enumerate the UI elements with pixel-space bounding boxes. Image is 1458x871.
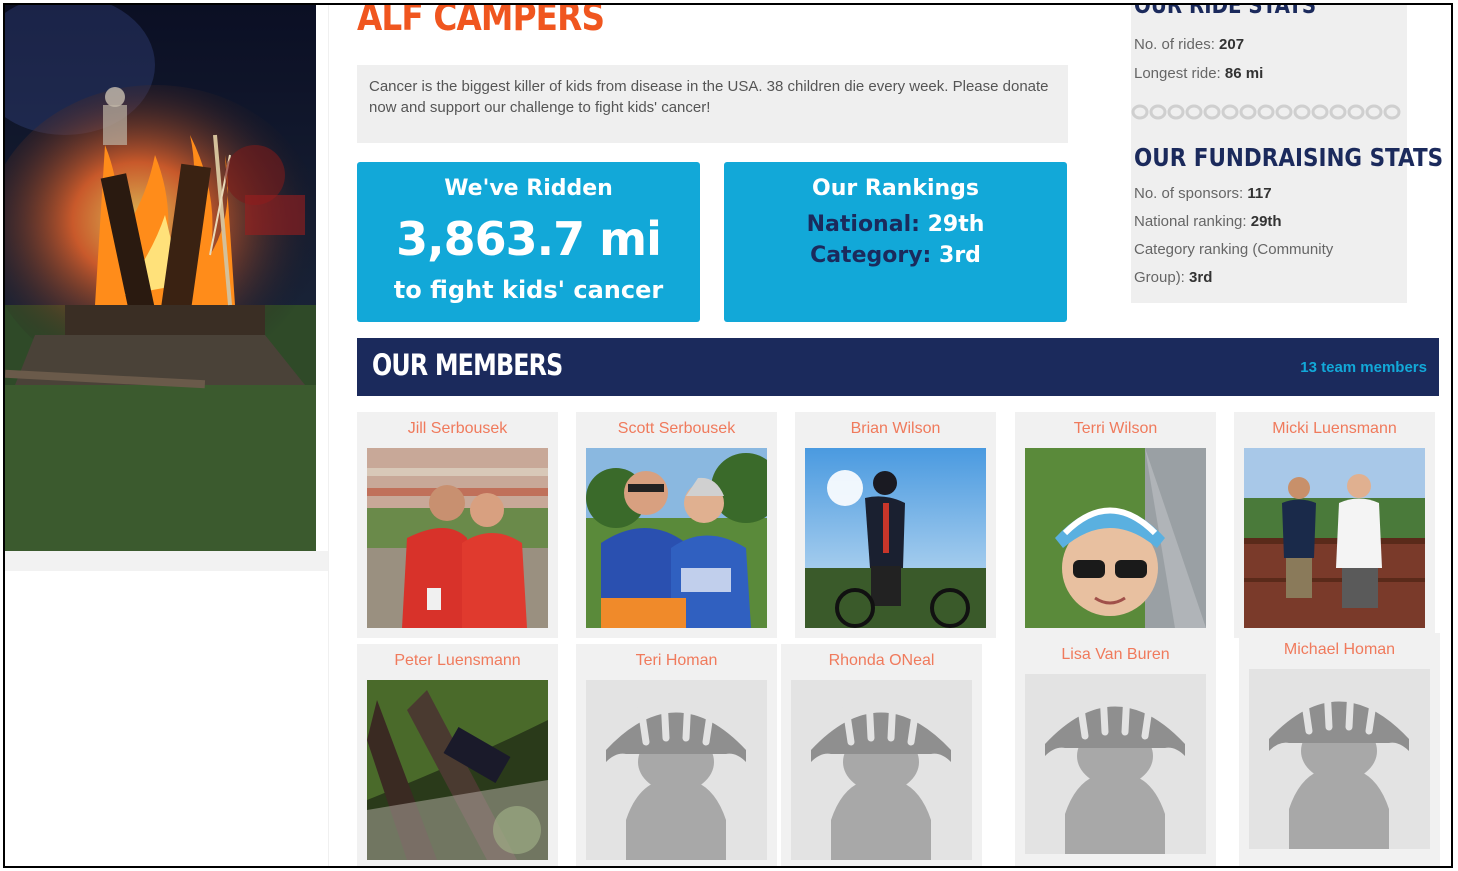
member-name[interactable]: Micki Luensmann [1234, 420, 1435, 438]
member-card[interactable]: Brian Wilson [795, 412, 996, 638]
fundraising-stats-heading: OUR FUNDRAISING STATS [1134, 143, 1444, 172]
longest-ride-line: Longest ride: 86 mi [1134, 65, 1263, 82]
member-card[interactable]: Teri Homan [576, 644, 777, 866]
member-name[interactable]: Terri Wilson [1015, 420, 1216, 438]
helmet-selfie-image [1025, 448, 1206, 628]
national-ranking-label: National ranking: [1134, 213, 1247, 230]
stadium-selfie-image [367, 448, 548, 628]
team-title: ALF CAMPERS [357, 3, 605, 39]
members-header: OUR MEMBERS 13 team members [357, 338, 1439, 396]
member-card[interactable]: Lisa Van Buren [1015, 638, 1216, 866]
ridden-distance: 3,863.7 mi [396, 212, 662, 266]
team-intro-text: Cancer is the biggest killer of kids fro… [369, 78, 1049, 116]
default-helmet-avatar-icon [586, 680, 767, 860]
member-photo[interactable] [805, 448, 986, 628]
campfire-image [5, 5, 316, 551]
team-cover-photo[interactable] [5, 5, 316, 551]
bike-chain-divider [1131, 104, 1401, 120]
rides-label: No. of rides: [1134, 36, 1215, 53]
category-ranking-value: 3rd [1189, 269, 1213, 286]
cycling-jerseys-image [586, 448, 767, 628]
default-helmet-avatar-icon [791, 680, 972, 860]
sponsors-value: 117 [1247, 185, 1272, 202]
team-intro: Cancer is the biggest killer of kids fro… [357, 65, 1068, 143]
member-photo[interactable] [1025, 448, 1206, 628]
member-card[interactable]: Scott Serbousek [576, 412, 777, 638]
national-label: National: [806, 212, 920, 237]
member-photo[interactable] [1025, 674, 1206, 854]
rides-value: 207 [1219, 36, 1245, 53]
member-photo[interactable] [586, 448, 767, 628]
rankings-heading: Our Rankings [812, 176, 979, 201]
national-value: 29th [927, 212, 985, 237]
member-card[interactable]: Michael Homan [1239, 633, 1440, 866]
category-value: 3rd [939, 243, 981, 268]
member-card[interactable]: Rhonda ONeal [781, 644, 982, 866]
member-photo[interactable] [367, 448, 548, 628]
longest-value: 86 mi [1224, 65, 1264, 82]
member-name[interactable]: Peter Luensmann [357, 652, 558, 670]
sidebar-shelf [5, 551, 328, 571]
national-ranking-line: National: 29th [724, 212, 1067, 237]
member-photo[interactable] [1249, 669, 1430, 849]
ridden-tagline: to fight kids' cancer [393, 276, 664, 304]
rides-count-line: No. of rides: 207 [1134, 36, 1244, 53]
ridden-tile: We've Ridden 3,863.7 mi to fight kids' c… [357, 162, 700, 322]
sponsors-line: No. of sponsors: 117 [1134, 185, 1272, 202]
members-heading: OUR MEMBERS [372, 348, 563, 382]
member-name[interactable]: Michael Homan [1239, 641, 1440, 659]
category-ranking-value-line: Group): 3rd [1134, 269, 1212, 286]
silhouette-bike-image [805, 448, 986, 628]
bridge-pair-image [1244, 448, 1425, 628]
default-helmet-avatar-icon [1249, 669, 1430, 849]
member-name[interactable]: Lisa Van Buren [1015, 646, 1216, 664]
ride-stats-heading: OUR RIDE STATS [1134, 3, 1317, 19]
left-sidebar [5, 5, 329, 866]
category-ranking-line: Category: 3rd [724, 243, 1067, 268]
member-photo[interactable] [791, 680, 972, 860]
ridden-heading: We've Ridden [444, 176, 613, 201]
tree-trunks-image [367, 680, 548, 860]
national-ranking-stat-line: National ranking: 29th [1134, 213, 1282, 230]
member-name[interactable]: Rhonda ONeal [781, 652, 982, 670]
team-members-count-link[interactable]: 13 team members [1300, 359, 1427, 376]
member-card[interactable]: Jill Serbousek [357, 412, 558, 638]
member-name[interactable]: Jill Serbousek [357, 420, 558, 438]
category-ranking-label-2: Group): [1134, 269, 1185, 286]
longest-label: Longest ride: [1134, 65, 1221, 82]
rankings-tile: Our Rankings National: 29th Category: 3r… [724, 162, 1067, 322]
member-photo[interactable] [1244, 448, 1425, 628]
member-name[interactable]: Scott Serbousek [576, 420, 777, 438]
category-ranking-label-line: Category ranking (Community [1134, 241, 1333, 258]
member-card[interactable]: Terri Wilson [1015, 412, 1216, 638]
category-label: Category: [810, 243, 932, 268]
member-card[interactable]: Peter Luensmann [357, 644, 558, 866]
member-card[interactable]: Micki Luensmann [1234, 412, 1435, 638]
category-ranking-label-1: Category ranking (Community [1134, 241, 1334, 258]
stats-panel: OUR RIDE STATS No. of rides: 207 Longest… [1131, 3, 1443, 303]
member-name[interactable]: Teri Homan [576, 652, 777, 670]
member-photo[interactable] [586, 680, 767, 860]
member-name[interactable]: Brian Wilson [795, 420, 996, 438]
member-photo[interactable] [367, 680, 548, 860]
default-helmet-avatar-icon [1025, 674, 1206, 854]
national-ranking-value: 29th [1250, 213, 1282, 230]
screenshot-frame: ALF CAMPERS Cancer is the biggest killer… [3, 3, 1453, 868]
sponsors-label: No. of sponsors: [1134, 185, 1244, 202]
